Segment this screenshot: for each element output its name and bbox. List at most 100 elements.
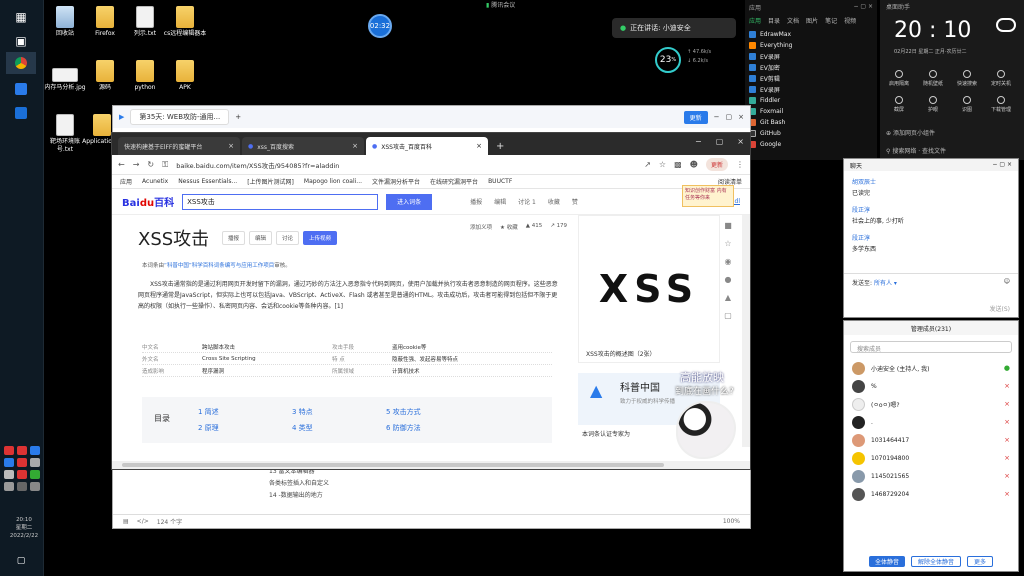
quick-action[interactable]: 随机壁纸 <box>918 70 948 87</box>
toc-item[interactable]: 5 攻击方式 <box>386 407 421 417</box>
member-row[interactable]: . ⨯ <box>844 413 1018 431</box>
more-button[interactable]: 更多 <box>967 556 994 567</box>
mic-muted-icon[interactable]: ⨯ <box>1004 436 1010 444</box>
quick-action[interactable]: 识图 <box>952 96 982 113</box>
launcher-item[interactable]: Google <box>745 139 877 150</box>
toc-item[interactable]: 3 特点 <box>292 407 313 417</box>
mic-on-icon[interactable]: ● <box>1004 364 1010 372</box>
star-icon[interactable]: ☆ <box>659 160 666 169</box>
gift-icon[interactable]: ■ <box>724 221 732 230</box>
toc-item[interactable]: 2 原理 <box>198 423 219 433</box>
tray-icon[interactable] <box>30 470 40 479</box>
desktop-icon-apk[interactable]: APK <box>162 60 208 92</box>
bookmark[interactable]: Nessus Essentials... <box>178 178 237 185</box>
enter-entry-button[interactable]: 进入词条 <box>386 193 433 210</box>
launcher-item[interactable]: Fiddler <box>745 95 877 106</box>
recipient-select[interactable]: 所有人 ▾ <box>874 280 897 287</box>
qq-icon[interactable]: ▲ <box>725 293 731 302</box>
overview-image[interactable]: XSS <box>578 215 720 363</box>
back-icon[interactable]: ← <box>118 160 125 169</box>
send-button[interactable]: 发送(S) <box>990 304 1011 313</box>
sidebar-toggle-icon[interactable]: ▤ <box>123 518 129 525</box>
mic-muted-icon[interactable]: ⨯ <box>1004 472 1010 480</box>
menu-icon[interactable]: ⋮ <box>736 160 744 169</box>
bookmark[interactable]: 在线研究漏洞平台 <box>430 177 478 186</box>
star-icon[interactable]: ☆ <box>724 239 731 248</box>
edit-button[interactable]: 编辑 <box>249 231 273 245</box>
close-icon[interactable]: × <box>738 113 744 121</box>
taskview-icon[interactable]: ▣ <box>6 30 36 52</box>
tray-icon[interactable] <box>4 458 14 467</box>
image-caption[interactable]: XSS攻击的概述图（2张） <box>578 349 720 358</box>
new-tab-icon[interactable]: + <box>235 113 241 121</box>
launcher-item[interactable]: EV剪辑 <box>745 73 877 84</box>
close-icon[interactable]: × <box>1007 161 1012 168</box>
launcher-item[interactable]: EdrawMax <box>745 29 877 40</box>
quick-action[interactable]: 快速搜索 <box>952 70 982 87</box>
launcher-tab[interactable]: 文档 <box>787 16 799 25</box>
share-icon[interactable]: ↗ <box>644 160 651 169</box>
minimize-icon[interactable]: − <box>695 137 702 146</box>
maximize-icon[interactable]: ▢ <box>999 161 1005 168</box>
browser-tab[interactable]: 快速构建基于ElFF的蜜罐平台 × <box>118 137 240 155</box>
quick-action[interactable]: 启用隔离 <box>884 70 914 87</box>
close-tab-icon[interactable]: × <box>352 142 358 150</box>
like-count[interactable]: ▲ 415 <box>526 223 542 231</box>
launcher-tab[interactable]: 应用 <box>749 16 761 25</box>
zoom-level[interactable]: 100% <box>723 518 740 525</box>
quick-action[interactable]: 下载管理 <box>986 96 1016 113</box>
unmute-all-button[interactable]: 解除全体静音 <box>910 556 961 567</box>
member-row[interactable]: 1031464417 ⨯ <box>844 431 1018 449</box>
verified-link[interactable]: “科普中国”科学百科词条编写与应用工作项目 <box>164 263 274 269</box>
add-meaning-button[interactable]: 添加义项 <box>470 223 492 231</box>
broadcast-button[interactable]: 播报 <box>222 231 246 245</box>
launcher-item[interactable]: Foxmail <box>745 106 877 117</box>
launcher-item[interactable]: EV录屏 <box>745 84 877 95</box>
tray-icon[interactable] <box>17 470 27 479</box>
meeting-timer[interactable]: 02:32 <box>368 14 392 38</box>
bookmark[interactable]: [上传图片测试网] <box>247 177 294 186</box>
maximize-icon[interactable]: ▢ <box>716 137 724 146</box>
start-icon[interactable]: ▦ <box>6 6 36 28</box>
mic-muted-icon[interactable]: ⨯ <box>1004 382 1010 390</box>
mic-muted-icon[interactable]: ⨯ <box>1004 454 1010 462</box>
baidu-logo[interactable]: Baidu百科 <box>122 194 174 209</box>
launcher-tab[interactable]: 视频 <box>844 16 856 25</box>
promo-badge[interactable]: 知识创作财富 内有任务等你来 <box>682 185 734 207</box>
search-input[interactable]: XSS攻击 <box>182 193 379 210</box>
quick-action[interactable]: 定时关机 <box>986 70 1016 87</box>
member-row[interactable]: % ⨯ <box>844 377 1018 395</box>
tray-icon[interactable] <box>4 482 14 491</box>
reload-icon[interactable]: ↻ <box>147 160 154 169</box>
mic-muted-icon[interactable]: ⨯ <box>1004 418 1010 426</box>
tray-icon[interactable] <box>4 446 14 455</box>
member-search-input[interactable]: 搜索成员 <box>850 341 1012 353</box>
tray-icon[interactable] <box>30 482 40 491</box>
address-bar[interactable]: baike.baidu.com/item/XSS攻击/954085?fr=ala… <box>176 160 339 170</box>
collect-button[interactable]: ★ 收藏 <box>500 223 518 231</box>
member-row[interactable]: 1070194800 ⨯ <box>844 449 1018 467</box>
launcher-item[interactable]: GitHub <box>745 128 877 139</box>
toc-item[interactable]: 1 简述 <box>198 407 219 417</box>
collect-link[interactable]: 收藏 <box>548 197 560 206</box>
browser-tab-active[interactable]: ● XSS攻击_百度百科 × <box>366 137 488 155</box>
launcher-item[interactable]: EV加密 <box>745 62 877 73</box>
horizontal-scrollbar[interactable] <box>112 461 750 469</box>
quick-action[interactable]: 护眼 <box>918 96 948 113</box>
close-tab-icon[interactable]: × <box>476 142 482 150</box>
bookmark[interactable]: BUUCTF <box>488 178 512 185</box>
quick-action[interactable]: 截屏 <box>884 96 914 113</box>
broadcast-link[interactable]: 播报 <box>470 197 482 206</box>
close-icon[interactable]: × <box>737 137 744 146</box>
forward-icon[interactable]: → <box>133 160 140 169</box>
tray-icon[interactable] <box>30 458 40 467</box>
close-tab-icon[interactable]: × <box>228 142 234 150</box>
new-tab-icon[interactable]: + <box>490 141 510 155</box>
widget-add-link[interactable]: ⊕ 添加网页小组件 <box>886 128 1018 137</box>
maximize-icon[interactable]: ▢ <box>726 113 733 121</box>
assistant-search[interactable]: ⚲ 搜索网络 · 查找文件 <box>886 146 1018 155</box>
member-row[interactable]: (ㅇoㅇ)嗯? ⨯ <box>844 395 1018 413</box>
extension-icon[interactable]: ▩ <box>674 160 682 169</box>
tray-icon[interactable] <box>30 446 40 455</box>
app-taskbar-icon[interactable] <box>6 78 36 100</box>
